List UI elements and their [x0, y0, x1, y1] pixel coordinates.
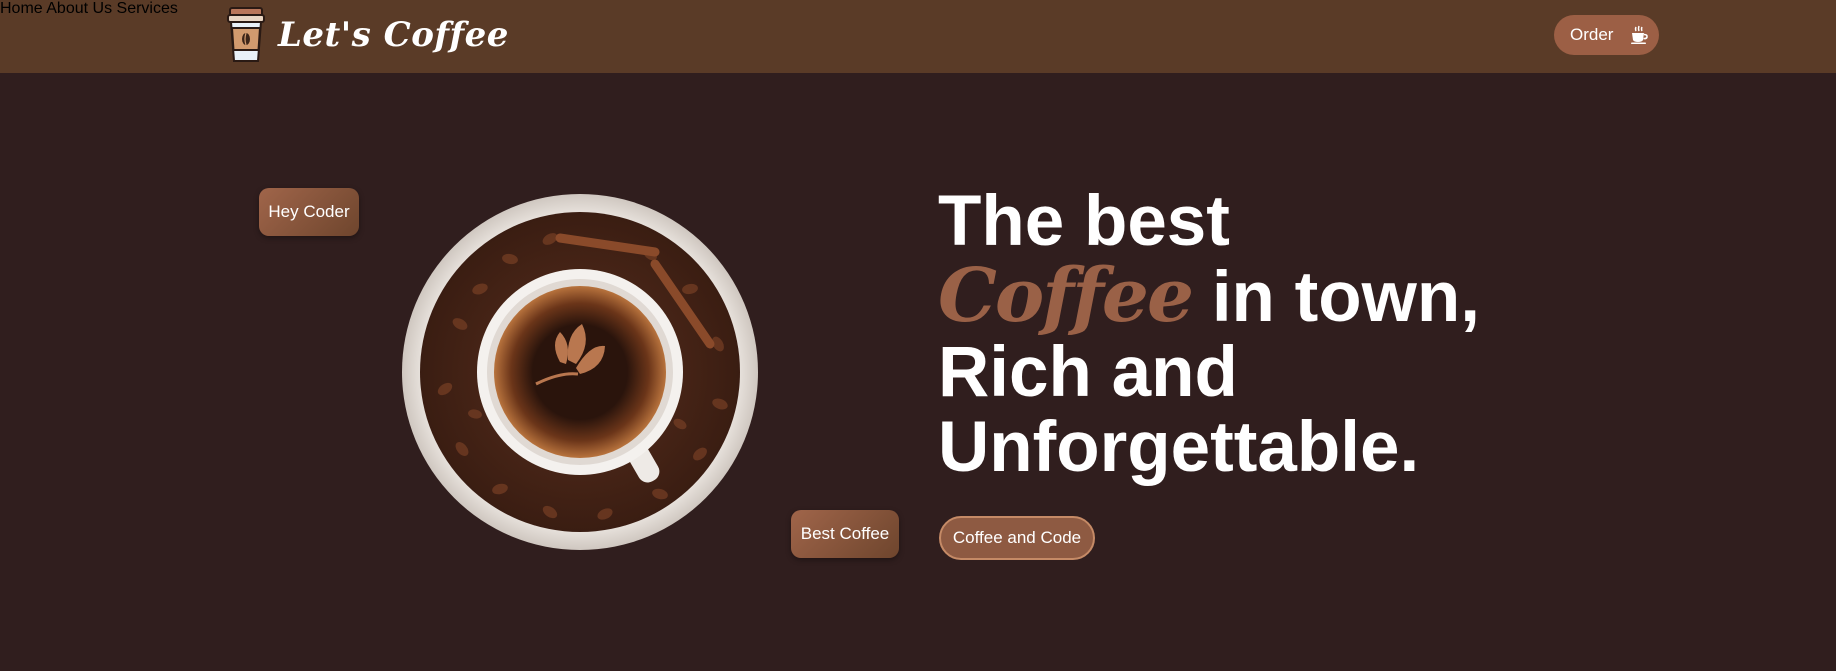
coffee-cup-icon [1631, 25, 1649, 44]
nav-services-link[interactable]: Services [117, 0, 178, 17]
brand-name: Let's Coffee [278, 15, 509, 55]
headline-line-2-rest: in town, [1192, 258, 1480, 337]
best-coffee-tag: Best Coffee [791, 510, 899, 558]
coffee-cup-with-beans-image [402, 194, 758, 550]
nav-about-link[interactable]: About Us [46, 0, 112, 17]
order-button[interactable]: Order [1554, 15, 1659, 55]
headline-coffee-word: Coffee [938, 253, 1194, 339]
hey-coder-tag: Hey Coder [259, 188, 359, 236]
brand-logo[interactable]: Let's Coffee [226, 6, 509, 64]
nav-home-link[interactable]: Home [0, 0, 43, 17]
headline-line-1: The best [938, 182, 1230, 261]
order-button-label: Order [1570, 25, 1614, 44]
coffee-and-code-button[interactable]: Coffee and Code [939, 516, 1095, 560]
headline-line-4: Unforgettable. [938, 408, 1420, 487]
headline-line-2: Coffee in town, [938, 258, 1480, 337]
top-header: Let's Coffee Home About Us Services Orde… [0, 0, 1836, 73]
hero-headline: The best Coffee in town, Rich and Unforg… [938, 184, 1480, 485]
coffee-cup-logo-icon [227, 7, 265, 62]
headline-line-3: Rich and [938, 333, 1238, 412]
